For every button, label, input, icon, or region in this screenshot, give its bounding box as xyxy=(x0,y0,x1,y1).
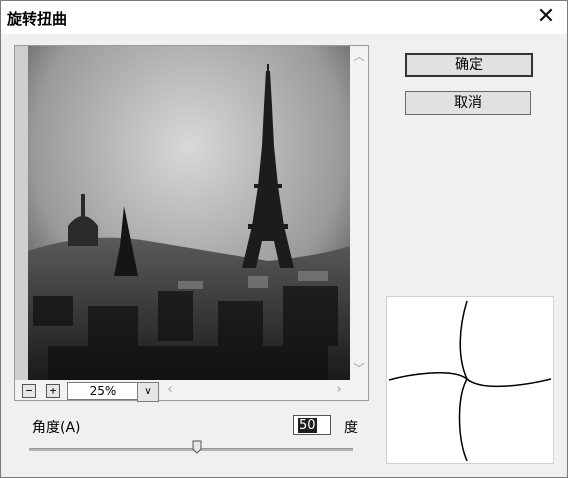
zoom-out-button[interactable]: − xyxy=(22,384,36,398)
angle-slider-track[interactable] xyxy=(29,448,353,451)
twirl-curve-preview xyxy=(386,296,554,464)
zoom-level-field[interactable]: 25% xyxy=(67,382,139,400)
angle-input[interactable]: 50 xyxy=(293,415,331,435)
zoom-in-button[interactable]: + xyxy=(46,384,60,398)
angle-label: 角度(A) xyxy=(32,420,81,436)
twirl-dialog: 旋转扭曲 ✕ ︿ ﹀ − + 25% ∨ ‹ › 确定 取消 角度(A) 50 … xyxy=(0,0,568,478)
angle-slider-thumb[interactable] xyxy=(192,440,202,454)
close-icon[interactable]: ✕ xyxy=(533,5,559,29)
chevron-down-icon[interactable]: ∨ xyxy=(137,382,159,402)
image-preview[interactable] xyxy=(28,46,350,380)
zoom-bar: − + 25% ∨ ‹ › xyxy=(15,380,368,402)
ok-button[interactable]: 确定 xyxy=(405,53,533,77)
cancel-button[interactable]: 取消 xyxy=(405,91,531,115)
preview-panel: ︿ ﹀ − + 25% ∨ ‹ › xyxy=(14,45,369,402)
preview-image xyxy=(28,46,350,380)
twirl-curve-icon xyxy=(388,300,552,462)
scroll-left-icon[interactable]: ‹ xyxy=(162,382,178,398)
dialog-title: 旋转扭曲 xyxy=(7,10,68,28)
scroll-up-icon[interactable]: ︿ xyxy=(350,48,368,66)
scroll-down-icon[interactable]: ﹀ xyxy=(350,360,368,378)
vertical-scrollbar[interactable]: ︿ ﹀ xyxy=(350,46,368,380)
scroll-right-icon[interactable]: › xyxy=(331,382,347,398)
angle-value: 50 xyxy=(298,418,317,433)
title-bar: 旋转扭曲 ✕ xyxy=(1,1,567,34)
angle-unit: 度 xyxy=(344,420,358,436)
